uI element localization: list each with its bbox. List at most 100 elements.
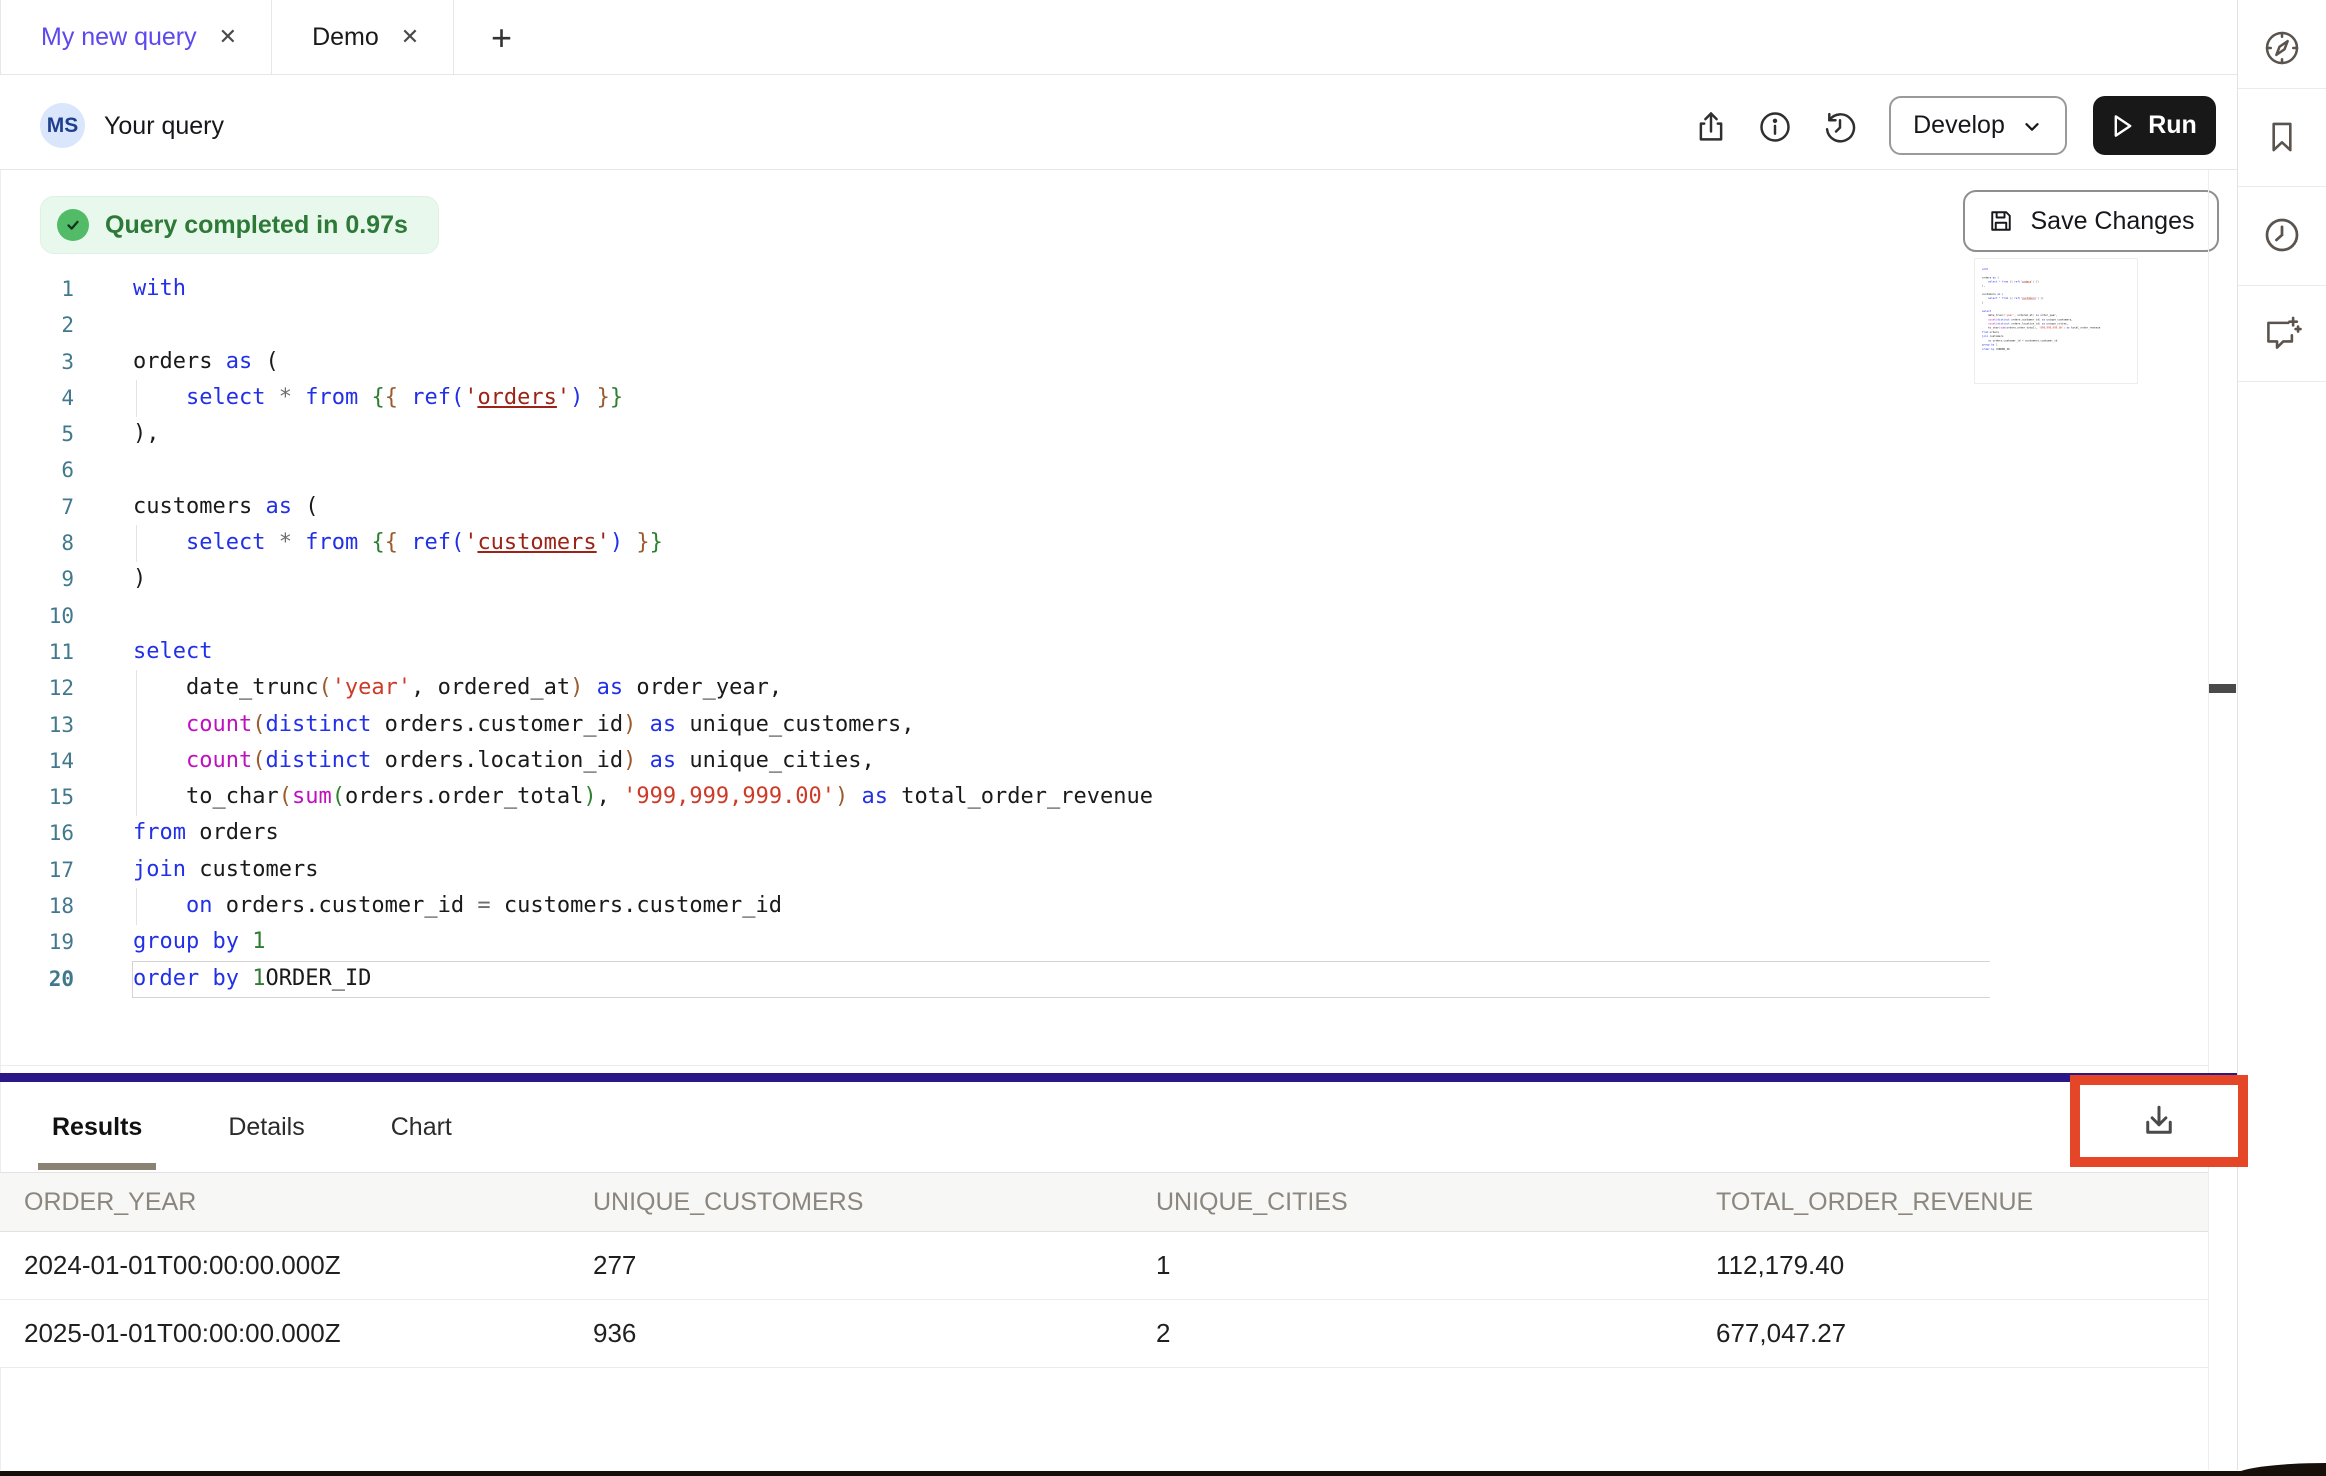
code-token — [358, 385, 371, 410]
code-token — [239, 929, 252, 954]
sidebar-item-ai-assistant[interactable] — [2238, 286, 2326, 382]
table-header-row: ORDER_YEARUNIQUE_CUSTOMERSUNIQUE_CITIEST… — [0, 1172, 2208, 1232]
code-line-12[interactable]: date_trunc('year', ordered_at) as order_… — [133, 670, 1153, 706]
code-line-8[interactable]: select * from {{ ref('customers') }} — [133, 525, 1153, 561]
column-header-unique_cities: UNIQUE_CITIES — [1156, 1188, 1716, 1217]
code-token: order_year, — [623, 675, 782, 700]
code-token: orders.customer_id — [212, 893, 477, 918]
table-cell: 2024-01-01T00:00:00.000Z — [24, 1250, 593, 1281]
code-line-13[interactable]: count(distinct orders.customer_id) as un… — [133, 707, 1153, 743]
code-token: select — [133, 639, 212, 664]
code-token: orders.order_total — [345, 784, 583, 809]
code-line-7[interactable]: customers as ( — [133, 489, 1153, 525]
sidebar-item-bookmarks[interactable] — [2238, 89, 2326, 185]
chat-sparkle-icon — [2261, 313, 2303, 355]
code-line-10[interactable] — [133, 598, 1153, 634]
query-tab-demo[interactable]: Demo✕ — [272, 0, 454, 74]
sidebar-item-history[interactable] — [2238, 187, 2326, 283]
table-cell: 936 — [593, 1318, 1156, 1349]
line-number: 4 — [36, 380, 74, 416]
history-icon[interactable] — [1822, 109, 1858, 145]
code-token — [358, 530, 371, 555]
code-token — [583, 385, 596, 410]
develop-button[interactable]: Develop — [1889, 96, 2067, 155]
code-line-11[interactable]: select — [133, 634, 1153, 670]
download-button[interactable] — [2137, 1099, 2181, 1143]
code-token — [133, 712, 186, 737]
run-button-label: Run — [2148, 111, 2197, 140]
code-line-3[interactable]: orders as ( — [133, 344, 1153, 380]
line-number: 9 — [36, 561, 74, 597]
code-line-16[interactable]: from orders — [133, 815, 1153, 851]
code-token — [623, 530, 636, 555]
line-number: 8 — [36, 525, 74, 561]
code-token — [133, 893, 186, 918]
run-button[interactable]: Run — [2093, 96, 2216, 155]
info-icon[interactable] — [1757, 109, 1793, 145]
table-cell: 2 — [1156, 1318, 1716, 1349]
code-token — [133, 385, 186, 410]
code-token: customers — [186, 857, 318, 882]
code-token: 1 — [252, 966, 265, 991]
code-token: ) — [570, 675, 583, 700]
sidebar-item-explore[interactable] — [2238, 0, 2326, 96]
sidebar-divider — [2238, 381, 2326, 382]
code-token: ref( — [411, 385, 464, 410]
code-token — [583, 675, 596, 700]
tab-chart[interactable]: Chart — [377, 1082, 466, 1172]
minimap-content: with orders as ( select * from {{ ref('o… — [1982, 267, 2138, 351]
editor-scrollbar-thumb[interactable] — [2209, 684, 2236, 693]
code-token: ) — [583, 784, 596, 809]
table-cell: 1 — [1156, 1250, 1716, 1281]
code-line-17[interactable]: join customers — [133, 852, 1153, 888]
close-icon[interactable]: ✕ — [401, 26, 419, 48]
line-number: 10 — [36, 598, 74, 634]
code-token: { — [385, 530, 398, 555]
save-changes-button[interactable]: Save Changes — [1963, 190, 2219, 252]
panel-splitter[interactable] — [0, 1073, 2237, 1082]
code-line-6[interactable] — [133, 452, 1153, 488]
tab-details[interactable]: Details — [214, 1082, 318, 1172]
query-status-badge: Query completed in 0.97s — [40, 196, 439, 254]
code-line-15[interactable]: to_char(sum(orders.order_total), '999,99… — [133, 779, 1153, 815]
code-token: as — [226, 349, 253, 374]
code-token: from — [305, 385, 358, 410]
chevron-down-icon — [2021, 115, 2043, 137]
code-token — [265, 385, 278, 410]
code-token: group by — [133, 929, 239, 954]
code-line-4[interactable]: select * from {{ ref('orders') }} — [133, 380, 1153, 416]
code-line-19[interactable]: group by 1 — [133, 924, 1153, 960]
tab-results[interactable]: Results — [38, 1082, 156, 1172]
code-token: ( — [279, 784, 292, 809]
new-tab-button[interactable]: + — [465, 0, 538, 75]
line-number: 11 — [36, 634, 74, 670]
line-number: 14 — [36, 743, 74, 779]
code-line-20[interactable]: order by 1ORDER_ID — [133, 961, 1153, 997]
code-token: sum — [292, 784, 332, 809]
code-line-1[interactable]: with — [133, 271, 1153, 307]
query-editor-app: My new query✕Demo✕ + MS Your query Devel… — [0, 0, 2326, 1476]
table-row[interactable]: 2025-01-01T00:00:00.000Z9362677,047.27 — [0, 1300, 2208, 1368]
share-icon[interactable] — [1693, 109, 1729, 145]
code-line-18[interactable]: on orders.customer_id = customers.custom… — [133, 888, 1153, 924]
column-header-total_order_revenue: TOTAL_ORDER_REVENUE — [1716, 1188, 2208, 1217]
code-line-2[interactable] — [133, 307, 1153, 343]
column-header-unique_customers: UNIQUE_CUSTOMERS — [593, 1188, 1156, 1217]
code-content[interactable]: with orders as ( select * from {{ ref('o… — [133, 271, 1153, 997]
results-table: ORDER_YEARUNIQUE_CUSTOMERSUNIQUE_CITIEST… — [0, 1172, 2208, 1368]
code-token: distinct — [265, 712, 371, 737]
code-token: order by — [133, 966, 239, 991]
code-line-9[interactable]: ) — [133, 561, 1153, 597]
code-token: , — [597, 784, 624, 809]
code-line-5[interactable]: ), — [133, 416, 1153, 452]
code-token — [292, 385, 305, 410]
code-line-14[interactable]: count(distinct orders.location_id) as un… — [133, 743, 1153, 779]
code-token: from — [133, 820, 186, 845]
table-row[interactable]: 2024-01-01T00:00:00.000Z2771112,179.40 — [0, 1232, 2208, 1300]
editor-minimap[interactable]: with orders as ( select * from {{ ref('o… — [1974, 258, 2138, 384]
close-icon[interactable]: ✕ — [219, 26, 237, 48]
line-number: 1 — [36, 271, 74, 307]
code-token: { — [371, 530, 384, 555]
query-tab-my-new-query[interactable]: My new query✕ — [1, 0, 272, 74]
column-header-order_year: ORDER_YEAR — [24, 1188, 593, 1217]
